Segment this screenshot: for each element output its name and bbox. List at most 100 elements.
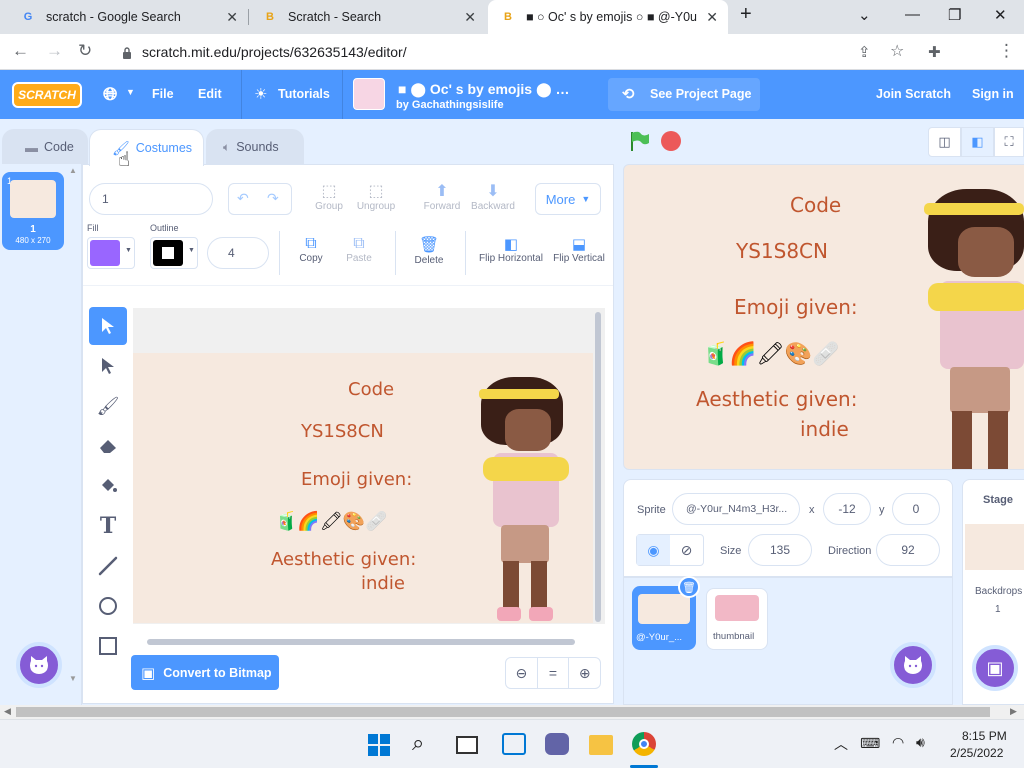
language-globe-icon[interactable]: 🌐︎ — [103, 84, 117, 105]
chevron-up-icon[interactable]: ︿ — [834, 734, 848, 754]
address-bar[interactable]: scratch.mit.edu/projects/632635143/edito… — [108, 38, 848, 66]
costume-item[interactable]: 1 1 480 x 270 — [2, 172, 64, 250]
line-tool[interactable] — [89, 547, 127, 585]
convert-to-bitmap-button[interactable]: ▣ Convert to Bitmap — [131, 655, 279, 690]
delete-sprite-button[interactable]: 🗑︎ — [678, 576, 700, 598]
sprite-name-input[interactable]: @-Y0ur_N4m3_H3r... — [672, 493, 800, 525]
more-menu-button[interactable]: More ▼ — [535, 183, 601, 215]
tab-code[interactable]: ▬ Code — [2, 129, 88, 165]
choose-backdrop-button[interactable]: ▣ — [972, 645, 1018, 691]
delete-button[interactable]: 🗑︎ Delete — [409, 235, 449, 266]
copy-button[interactable]: ⧉ Copy — [293, 235, 329, 264]
redo-icon[interactable]: ↷ — [267, 190, 279, 207]
tab-costumes[interactable]: 🖌︎ Costumes — [89, 129, 204, 166]
undo-icon[interactable]: ↶ — [237, 190, 249, 207]
bookmark-star-icon[interactable]: ☆ — [890, 41, 904, 61]
text-tool[interactable]: T — [89, 507, 127, 545]
tab-search-icon[interactable]: ⌄ — [858, 6, 871, 24]
backward-button[interactable]: ⬇ Backward — [469, 181, 517, 212]
restore-icon[interactable]: ❐ — [948, 6, 961, 24]
forward-button[interactable]: ⬆ Forward — [421, 181, 463, 212]
clock-date[interactable]: 2/25/2022 — [950, 746, 1003, 760]
scrollbar-thumb[interactable] — [16, 707, 990, 717]
sprite-tile[interactable]: thumbnail — [706, 588, 768, 650]
menu-icon[interactable]: ⋮ — [998, 41, 1015, 61]
chrome-icon[interactable] — [632, 732, 656, 756]
rectangle-tool[interactable] — [89, 627, 127, 665]
eraser-tool[interactable] — [89, 427, 127, 465]
new-tab-button[interactable]: + — [740, 3, 752, 26]
zoom-in-icon[interactable]: ⊕ — [569, 658, 600, 688]
costume-list-scrollbar[interactable]: ▲ ▼ — [68, 166, 78, 706]
show-eye-icon[interactable]: ◉ — [637, 535, 670, 565]
fill-color-picker[interactable]: ▼ — [87, 237, 135, 269]
reshape-tool[interactable] — [89, 347, 127, 385]
paste-button[interactable]: ⧉ Paste — [339, 235, 379, 264]
wifi-icon[interactable]: ◠ — [892, 734, 904, 751]
normal-stage-button[interactable]: ◧ — [961, 127, 994, 157]
page-horizontal-scrollbar[interactable]: ◀ ▶ — [0, 705, 1024, 719]
browser-tab-scratch[interactable]: B ■ ○ Oc' s by emojis ○ ■ @-Y0u ✕ — [488, 0, 728, 34]
close-window-icon[interactable]: ✕ — [994, 6, 1007, 24]
browser-tab-google[interactable]: G scratch - Google Search ✕ — [8, 0, 248, 34]
teams-chat-icon[interactable] — [545, 733, 569, 755]
group-button[interactable]: ⬚ Group — [311, 181, 347, 212]
windows-start-icon[interactable] — [368, 734, 390, 756]
file-explorer-icon[interactable] — [589, 735, 613, 755]
paint-canvas[interactable]: Code YS1S8CN Emoji given: 🧃🌈🖍🎨🩹 Aestheti… — [133, 308, 605, 624]
see-project-page-button[interactable]: ⟲ See Project Page — [608, 78, 760, 111]
zoom-reset-button[interactable]: = — [538, 658, 570, 688]
close-icon[interactable]: ✕ — [464, 9, 476, 26]
green-flag-button[interactable] — [628, 130, 650, 157]
flip-horizontal-button[interactable]: ◧ Flip Horizontal — [477, 235, 545, 264]
choose-sprite-button[interactable] — [890, 642, 936, 688]
outline-width-input[interactable]: 4 — [207, 237, 269, 269]
volume-icon[interactable]: 🔊︎ — [916, 734, 925, 751]
tab-sounds[interactable]: 🔈︎ Sounds — [206, 129, 304, 165]
project-title[interactable]: ■ ⬤ Oc' s by emojis ⬤ … — [398, 81, 570, 98]
small-stage-button[interactable]: ◫ — [928, 127, 961, 157]
close-icon[interactable]: ✕ — [706, 9, 718, 26]
circle-tool[interactable] — [89, 587, 127, 625]
direction-input[interactable]: 92 — [876, 534, 940, 566]
fill-tool[interactable] — [89, 467, 127, 505]
project-author[interactable]: by Gachathingsislife — [396, 99, 504, 111]
sprite-tile[interactable]: @-Y0ur_... 🗑︎ — [632, 576, 700, 650]
task-view-icon[interactable] — [456, 736, 478, 754]
scratch-logo[interactable]: SCRATCH — [12, 82, 82, 108]
ungroup-button[interactable]: ⬚ Ungroup — [353, 181, 399, 212]
browser-tab-bing[interactable]: B Scratch - Search ✕ — [250, 0, 486, 34]
fullscreen-button[interactable]: ⛶ — [994, 127, 1024, 157]
size-input[interactable]: 135 — [748, 534, 812, 566]
keyboard-icon[interactable]: ⌨ — [860, 735, 880, 752]
edit-menu[interactable]: Edit — [198, 87, 222, 101]
tutorials-menu[interactable]: Tutorials — [278, 87, 330, 101]
stage[interactable]: Code YS1S8CN Emoji given: 🧃🌈🖍🎨🩹 Aestheti… — [623, 164, 1024, 470]
sign-in-link[interactable]: Sign in — [972, 87, 1014, 101]
flip-vertical-button[interactable]: ⬓ Flip Vertical — [551, 235, 607, 264]
join-scratch-link[interactable]: Join Scratch — [876, 87, 951, 101]
hide-eye-icon[interactable]: ⊘ — [670, 535, 703, 565]
canvas-horizontal-scrollbar[interactable] — [147, 639, 575, 645]
outline-color-picker[interactable]: ▼ — [150, 237, 198, 269]
costume-name-input[interactable]: 1 — [89, 183, 213, 215]
stop-button[interactable] — [661, 131, 681, 151]
back-icon[interactable]: ← — [12, 41, 29, 61]
brush-tool[interactable]: 🖌︎ — [89, 387, 127, 425]
share-icon[interactable]: ⇪ — [858, 43, 871, 61]
widgets-icon[interactable] — [502, 733, 526, 755]
reload-icon[interactable]: ↻ — [78, 41, 92, 61]
forward-icon[interactable]: → — [46, 41, 63, 61]
clock-time[interactable]: 8:15 PM — [962, 729, 1007, 743]
choose-costume-button[interactable] — [16, 642, 62, 688]
y-position-input[interactable]: 0 — [892, 493, 940, 525]
zoom-out-icon[interactable]: ⊖ — [506, 658, 538, 688]
minimize-icon[interactable]: — — [905, 6, 920, 23]
scroll-left-icon[interactable]: ◀ — [4, 706, 11, 717]
scroll-right-icon[interactable]: ▶ — [1010, 706, 1017, 717]
canvas-vertical-scrollbar[interactable] — [595, 312, 601, 622]
x-position-input[interactable]: -12 — [823, 493, 871, 525]
select-tool[interactable] — [89, 307, 127, 345]
close-icon[interactable]: ✕ — [226, 9, 238, 26]
extensions-icon[interactable]: ✚ — [928, 43, 941, 61]
